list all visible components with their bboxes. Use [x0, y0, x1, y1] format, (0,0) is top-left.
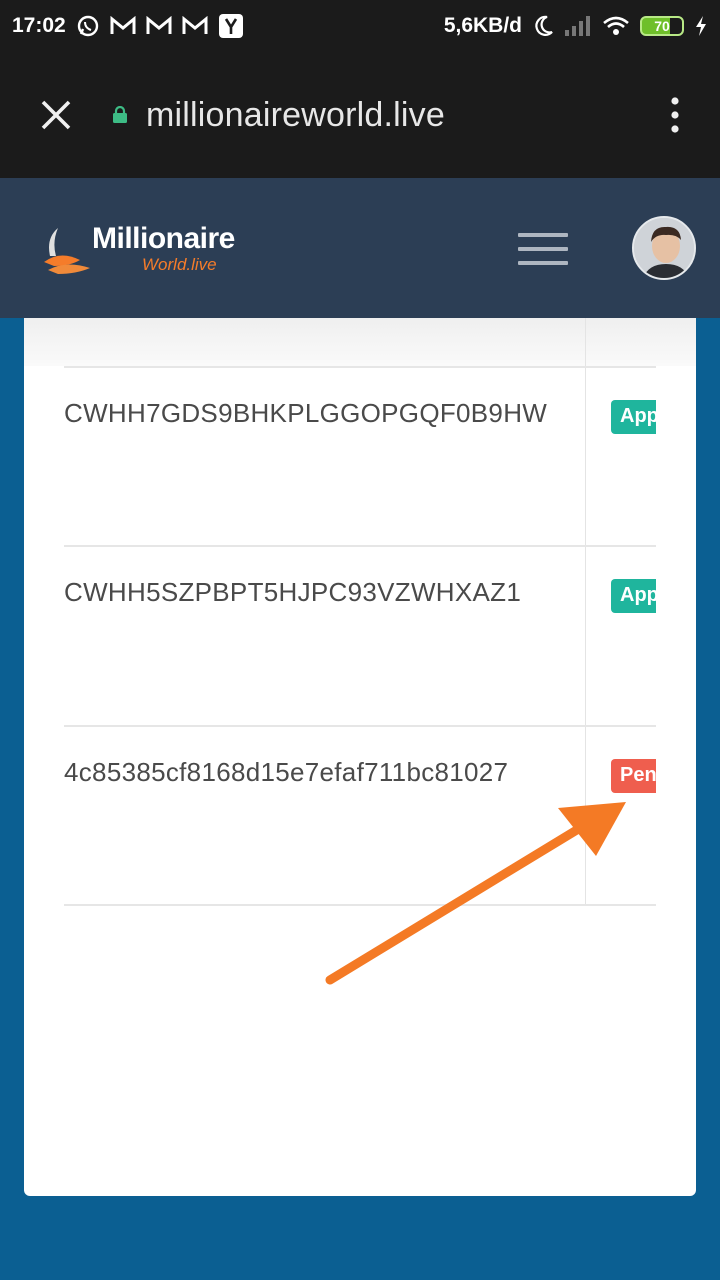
row-divider: [64, 545, 656, 547]
status-bar: 17:02 5,6KB/d 70: [0, 0, 720, 52]
signal-icon: [564, 15, 592, 37]
status-badge-approved: App: [611, 400, 656, 434]
status-badge-pending: Pen: [611, 759, 656, 793]
lock-icon: [112, 106, 128, 124]
moon-icon: [532, 14, 554, 38]
close-icon: [41, 100, 71, 130]
transaction-hash: CWHH5SZPBPT5HJPC93VZWHXAZ1: [64, 577, 522, 607]
more-vert-icon: [671, 97, 679, 133]
site-logo[interactable]: Millionaire World.live: [40, 220, 235, 276]
yandex-icon: [218, 13, 244, 39]
user-avatar[interactable]: [632, 216, 696, 280]
row-divider: [64, 725, 656, 727]
logo-main-text: Millionaire: [92, 221, 235, 255]
gmail-icon: [146, 16, 172, 36]
transaction-hash: CWHH7GDS9BHKPLGGOPGQF0B9HW: [64, 398, 548, 428]
clock: 17:02: [12, 14, 66, 37]
logo-mark-icon: [44, 228, 90, 274]
whatsapp-icon: [76, 14, 100, 38]
status-badge-approved: App: [611, 579, 656, 613]
battery-icon: 70: [640, 16, 684, 36]
logo-sub-text: World.live: [142, 254, 217, 274]
annotation-arrow-icon: [325, 802, 626, 985]
browser-menu-button[interactable]: [630, 52, 720, 178]
status-left: 17:02: [12, 13, 244, 39]
row-divider: [64, 366, 656, 368]
gmail-icon: [110, 16, 136, 36]
wifi-icon: [602, 15, 630, 37]
close-tab-button[interactable]: [0, 52, 112, 178]
status-right: 5,6KB/d 70: [444, 14, 708, 38]
hamburger-menu-icon[interactable]: [518, 233, 568, 265]
network-speed: 5,6KB/d: [443, 14, 522, 37]
browser-toolbar: millionaireworld.live: [0, 52, 720, 178]
charging-icon: [694, 15, 708, 37]
site-header: Millionaire World.live: [0, 178, 720, 318]
url-text[interactable]: millionaireworld.live: [146, 96, 445, 135]
transaction-hash: 4c85385cf8168d15e7efaf711bc81027: [64, 757, 509, 787]
battery-level: 70: [654, 18, 670, 34]
gmail-icon: [182, 16, 208, 36]
transactions-card: CWHH7GDS9BHKPLGGOPGQF0B9HW App CWHH5SZPB…: [24, 318, 696, 1196]
